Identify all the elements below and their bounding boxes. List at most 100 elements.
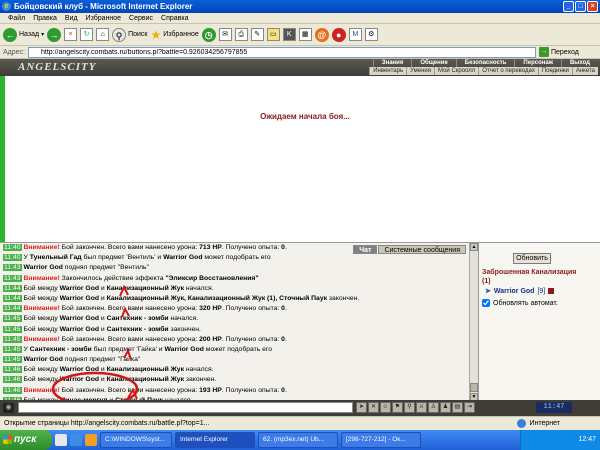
message-highlight[interactable]: Warrior God [60,376,99,383]
clear-icon[interactable]: ✕ [368,402,379,413]
message-highlight[interactable]: Warrior God [165,346,204,353]
menu-tools[interactable]: Сервис [125,13,157,23]
message-highlight[interactable]: Warrior God [163,254,202,261]
message-highlight[interactable]: Канализационный Жук, Канализационный Жук… [107,295,327,302]
message-highlight[interactable]: Warrior God [24,264,63,271]
stop-icon[interactable]: × [64,28,78,41]
scroll-thumb[interactable] [470,383,478,392]
message-time[interactable]: 11:40 [3,244,22,251]
task-internet-explorer[interactable]: Internet Explorer [175,432,255,448]
scroll-icon[interactable]: ▤ [452,402,463,413]
nav-duels[interactable]: Поединки [537,67,572,75]
message-highlight[interactable]: Warrior God [60,295,99,302]
person-icon[interactable]: ♙ [428,402,439,413]
autorefresh-checkbox[interactable] [482,299,490,307]
nav-character[interactable]: Персонаж [514,59,561,67]
maximize-icon[interactable]: □ [575,1,586,12]
window-titlebar[interactable]: e Бойцовский клуб - Microsoft Internet E… [0,0,600,13]
chat-scrollbar[interactable]: ▲ ▼ [469,243,478,401]
favorites-button[interactable]: ★ Избранное [150,28,198,42]
message-highlight[interactable]: Warrior God [60,285,99,292]
group-icon[interactable]: ♟ [440,402,451,413]
print-icon[interactable]: ⎙ [234,28,248,41]
back-button[interactable]: ← Назад ▾ [3,27,44,42]
plugin-icon[interactable]: ▦ [298,28,312,41]
filter-icon[interactable]: ⚑ [392,402,403,413]
message-highlight[interactable]: Канализационный Жук [107,285,184,292]
exit-icon[interactable]: ⇥ [464,402,475,413]
message-time[interactable]: 11:44 [3,305,22,313]
chat-input[interactable] [18,402,353,413]
message-highlight[interactable]: Канализационный Жук [107,366,184,373]
edit-icon[interactable]: ✎ [250,28,264,41]
message-time[interactable]: 11:43 [3,274,22,282]
nav-scroll[interactable]: Мой Скроолл [434,67,478,75]
message-highlight[interactable]: "Эликсир Восстановления" [165,275,258,282]
minimize-icon[interactable]: _ [563,1,574,12]
forward-arrow-icon[interactable]: → [47,27,62,42]
message-time[interactable]: 11:45 [3,345,22,353]
player-name[interactable]: Warrior God [494,288,535,295]
home-icon[interactable]: ⌂ [96,28,110,41]
menu-favorites[interactable]: Избранное [82,13,125,23]
message-highlight[interactable]: Warrior God [60,326,99,333]
go-button[interactable]: → Переход [538,47,579,57]
message-highlight[interactable]: Warrior God [60,315,99,322]
refresh-button[interactable]: Обновить [513,253,551,264]
message-highlight[interactable]: Канализационный Жук [107,376,184,383]
quicklaunch-ie-icon[interactable] [70,434,82,446]
at-icon[interactable]: @ [314,27,329,42]
task-icq-window[interactable]: [298-727-212] - Ок... [341,432,421,448]
message-highlight[interactable]: Сантехник - зомби [107,315,169,322]
player-info-icon[interactable] [548,288,555,294]
message-time[interactable]: 11:44 [3,294,22,302]
tab-chat[interactable]: Чат [353,245,378,254]
nav-inventory[interactable]: Инвентарь [369,67,406,75]
private-arrow-icon[interactable]: ➤ [485,287,491,295]
discuss-icon[interactable]: ▭ [266,28,280,41]
message-time[interactable]: 11:46 [3,386,22,394]
message-highlight[interactable]: 200 HP [199,336,222,343]
player-entry[interactable]: ➤ Warrior God [9] [485,287,555,295]
message-highlight[interactable]: Тунельный Гад [30,254,82,261]
message-time[interactable]: 11:45 [3,335,22,343]
m-icon[interactable]: M [348,28,362,41]
nav-exit[interactable]: Выход [560,59,598,67]
task-windows-system[interactable]: C:\WINDOWS\syst... [100,432,172,448]
quicklaunch-desktop-icon[interactable] [55,434,67,446]
task-mp3ex[interactable]: 62. (mp3ex.net) Ub... [258,432,338,448]
message-time[interactable]: 11:40 [3,254,22,262]
menu-edit[interactable]: Правка [29,13,61,23]
record-icon[interactable]: ● [331,27,346,42]
k-icon[interactable]: K [282,28,296,41]
chat-mode-icon[interactable]: ◉ [3,403,14,413]
autorefresh-option[interactable]: Обновлять автомат. [482,299,558,307]
message-time[interactable]: 11:45 [3,356,22,364]
menu-help[interactable]: Справка [157,13,192,23]
message-time[interactable]: 11:46 [3,376,22,384]
message-highlight[interactable]: Warrior God [24,356,63,363]
scroll-up-icon[interactable]: ▲ [470,243,478,251]
fight-icon[interactable]: ⚔ [416,402,427,413]
tool-icon[interactable]: ⚙ [364,28,378,41]
message-highlight[interactable]: 713 HP [199,244,222,251]
message-highlight[interactable]: 193 HP [199,387,222,394]
menu-file[interactable]: Файл [4,13,29,23]
address-input[interactable] [27,46,536,58]
start-button[interactable]: пуск [0,430,52,450]
message-highlight[interactable]: Сантехник - зомби [30,346,92,353]
search-button[interactable]: ⚲ Поиск [112,27,147,42]
message-time[interactable]: 11:45 [3,325,22,333]
message-time[interactable]: 11:46 [3,366,22,374]
nav-transfers[interactable]: Отчет о переводах [478,67,538,75]
nav-security[interactable]: Безопасность [455,59,515,67]
close-icon[interactable]: × [587,1,598,12]
message-highlight[interactable]: Сантехник - зомби [107,326,169,333]
refresh-icon[interactable]: ↻ [80,28,94,41]
message-highlight[interactable]: Warrior God [60,366,99,373]
tab-system-messages[interactable]: Системные сообщения [378,245,466,254]
nav-communication[interactable]: Общение [411,59,455,67]
mail-icon[interactable]: ✉ [218,28,232,41]
history-icon[interactable]: ◷ [201,27,216,42]
nav-knowledge[interactable]: Знания [372,59,412,67]
